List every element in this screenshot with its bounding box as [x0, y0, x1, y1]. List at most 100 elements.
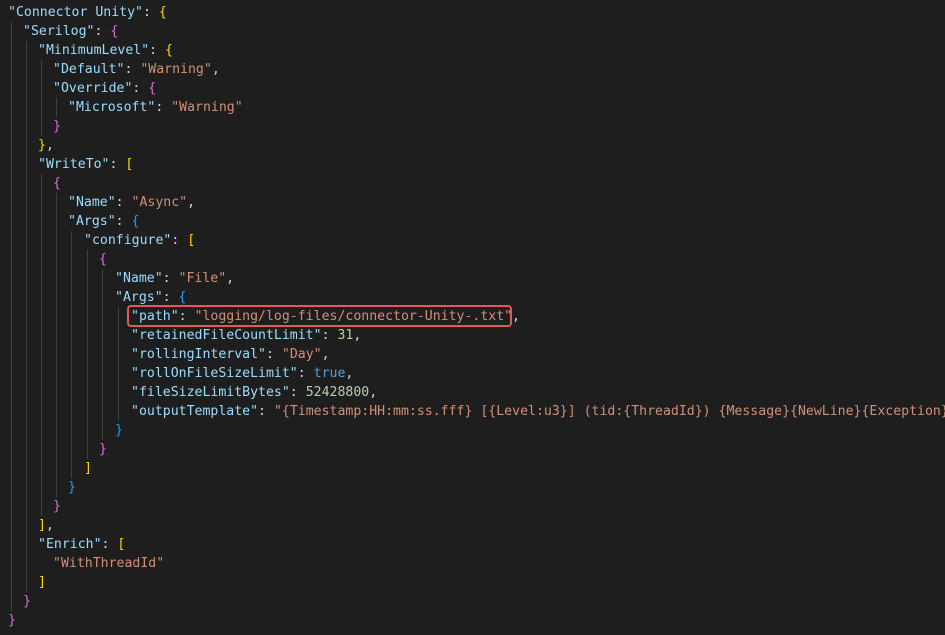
code-token: ]: [84, 461, 92, 476]
code-token: [: [187, 233, 196, 248]
code-token: "Day": [281, 347, 322, 362]
code-token: "{Timestamp:HH:mm:ss.fff} [{Level:u3}] (…: [273, 404, 945, 419]
code-token: {: [131, 214, 140, 229]
code-token: "MinimumLevel": [38, 43, 150, 58]
code-token: }: [53, 499, 61, 514]
code-line: }: [8, 611, 16, 630]
indent-guide-line: [71, 231, 72, 478]
code-token: :: [297, 366, 314, 381]
code-token: ,: [353, 328, 362, 343]
code-line: }: [68, 478, 76, 497]
code-token: :: [162, 290, 179, 305]
indent-guide-line: [41, 60, 42, 136]
code-token: :: [265, 347, 282, 362]
code-token: :: [94, 24, 111, 39]
code-line: }: [99, 440, 107, 459]
code-token: {: [53, 176, 61, 191]
code-token: }: [8, 613, 16, 628]
code-token: :: [115, 195, 132, 210]
code-editor[interactable]: "Connector Unity": {"Serilog": {"Minimum…: [0, 0, 945, 635]
code-line: ]: [84, 459, 92, 478]
code-token: ,: [345, 366, 354, 381]
highlight-box-path-line: [127, 305, 512, 327]
code-line: "MinimumLevel": {: [38, 41, 173, 60]
code-line: "Microsoft": "Warning": [68, 98, 243, 117]
code-line: ]: [38, 573, 46, 592]
code-token: {: [158, 5, 167, 20]
code-line: "Enrich": [: [38, 535, 125, 554]
code-token: "Args": [68, 214, 116, 229]
code-token: :: [162, 271, 179, 286]
indent-guide-line: [56, 193, 57, 497]
code-token: "Default": [53, 62, 125, 77]
indent-guide-line: [87, 250, 88, 459]
code-token: }: [115, 423, 123, 438]
code-line: {: [53, 174, 61, 193]
code-token: 52428800: [305, 385, 370, 400]
code-line: "retainedFileCountLimit": 31,: [131, 326, 361, 345]
code-token: ]: [38, 575, 46, 590]
indent-guide-line: [26, 41, 27, 592]
code-token: "WriteTo": [38, 157, 110, 172]
code-token: {: [148, 81, 157, 96]
code-line: "configure": [: [84, 231, 195, 250]
code-token: "fileSizeLimitBytes": [131, 385, 290, 400]
code-token: true: [313, 366, 346, 381]
indent-guide-line: [118, 307, 119, 421]
code-line: "Serilog": {: [23, 22, 118, 41]
code-token: ]: [38, 518, 46, 533]
code-line: "rollingInterval": "Day",: [131, 345, 330, 364]
code-token: "File": [178, 271, 227, 286]
code-line: }: [53, 117, 61, 136]
code-token: }: [23, 594, 31, 609]
code-token: "Warning": [171, 100, 243, 115]
code-line: "WriteTo": [: [38, 155, 133, 174]
indent-guide-line: [41, 174, 42, 516]
code-token: {: [99, 252, 107, 267]
code-token: :: [109, 157, 126, 172]
code-token: }: [38, 138, 46, 153]
code-token: :: [115, 214, 132, 229]
code-token: }: [68, 480, 76, 495]
indent-guide-line: [56, 98, 57, 117]
code-token: :: [101, 537, 118, 552]
code-token: "outputTemplate": [131, 404, 259, 419]
code-token: ,: [369, 385, 378, 400]
code-token: :: [289, 385, 306, 400]
code-token: "Warning": [140, 62, 212, 77]
code-token: :: [149, 43, 166, 58]
code-line: "Name": "File",: [115, 269, 234, 288]
code-token: {: [165, 43, 173, 58]
code-token: "WithThreadId": [53, 556, 165, 571]
code-token: {: [110, 24, 119, 39]
code-token: [: [117, 537, 126, 552]
code-line: "outputTemplate": "{Timestamp:HH:mm:ss.f…: [131, 402, 945, 421]
indent-guide-line: [102, 269, 103, 440]
code-token: :: [321, 328, 338, 343]
code-token: ,: [187, 195, 196, 210]
code-token: ,: [211, 62, 220, 77]
code-line: }: [53, 497, 61, 516]
code-line: "rollOnFileSizeLimit": true,: [131, 364, 353, 383]
code-token: :: [171, 233, 188, 248]
code-token: ,: [321, 347, 330, 362]
indent-guide-line: [11, 22, 12, 611]
code-token: :: [258, 404, 274, 419]
code-token: "configure": [84, 233, 172, 248]
code-line: "fileSizeLimitBytes": 52428800,: [131, 383, 377, 402]
code-token: :: [124, 62, 141, 77]
code-token: ,: [45, 518, 54, 533]
code-line: "Connector Unity": {: [8, 3, 167, 22]
code-token: :: [155, 100, 172, 115]
code-token: "Connector Unity": [8, 5, 143, 20]
code-line: "WithThreadId": [53, 554, 164, 573]
code-token: {: [178, 290, 187, 305]
code-token: "rollOnFileSizeLimit": [131, 366, 298, 381]
code-token: }: [99, 442, 107, 457]
code-token: "Name": [68, 195, 116, 210]
code-token: ,: [45, 138, 54, 153]
code-token: "Serilog": [23, 24, 95, 39]
code-line: {: [99, 250, 107, 269]
code-token: ,: [512, 309, 521, 324]
code-token: [: [125, 157, 134, 172]
